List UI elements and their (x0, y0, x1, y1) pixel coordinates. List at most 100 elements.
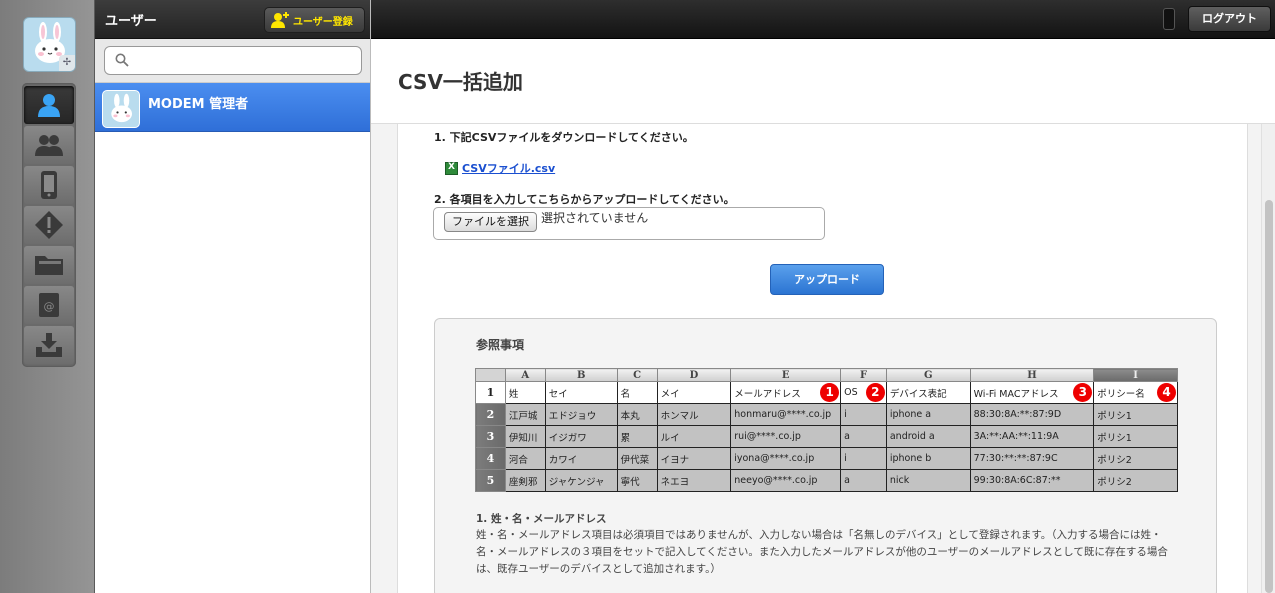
sheet-cell: 本丸 (616, 403, 658, 426)
column-header: H (969, 368, 1095, 382)
scrollbar-thumb[interactable] (1265, 200, 1273, 593)
column-header: G (885, 368, 971, 382)
table-row: 5 座剣邪 ジャケンジャ 寧代 ネエヨ neeyo@****.co.jp a n… (475, 469, 1178, 492)
sheet-cell: 3A:**:AA:**:11:9A (969, 425, 1095, 448)
sheet-cell: ポリシ2 (1093, 447, 1178, 470)
nav-groups[interactable] (24, 126, 74, 164)
csv-link-label: CSVファイル.csv (462, 162, 556, 175)
excel-file-icon (445, 161, 458, 175)
top-bar: ログアウト (371, 0, 1275, 39)
sheet-cell-marked: Wi-Fi MACアドレス 3 (969, 381, 1095, 404)
file-status: 選択されていません (541, 211, 649, 225)
download-tray-icon (36, 333, 62, 357)
nav-alerts[interactable] (24, 206, 74, 244)
sheet-cell: i (840, 403, 887, 426)
user-panel-title: ユーザー (105, 14, 157, 29)
sheet-cell: 99:30:8A:6C:87:** (969, 469, 1095, 492)
sheet-cell: honmaru@****.co.jp (730, 403, 842, 426)
upload-button[interactable]: アップロード (770, 264, 884, 295)
sheet-cell: 名 (616, 381, 658, 404)
sheet-cell: 伊代菜 (616, 447, 658, 470)
column-header: E (730, 368, 842, 382)
main-header: CSV一括追加 (371, 39, 1275, 124)
logout-button[interactable]: ログアウト (1188, 6, 1271, 32)
page-title: CSV一括追加 (398, 70, 523, 94)
csv-import-card: 1. 下記CSVファイルをダウンロードしてください。 CSVファイル.csv 2… (397, 124, 1248, 593)
account-avatar[interactable]: ✢ (23, 17, 76, 72)
sheet-cell: neeyo@****.co.jp (730, 469, 842, 492)
address-book-icon: @ (39, 293, 59, 317)
nav-devices[interactable] (24, 166, 74, 204)
rabbit-icon (111, 93, 133, 123)
user-list-item[interactable]: MODEM 管理者 (95, 83, 370, 132)
nav-contacts[interactable]: @ (24, 286, 74, 324)
add-user-icon (271, 12, 289, 28)
sheet-cell: ポリシ2 (1093, 469, 1178, 492)
sheet-cell: ポリシ1 (1093, 403, 1178, 426)
choose-file-button[interactable]: ファイルを選択 (444, 212, 537, 232)
column-header: C (616, 368, 658, 382)
column-header: F (840, 368, 887, 382)
sheet-cell-marked: メールアドレス 1 (730, 381, 842, 404)
expand-icon[interactable]: ✢ (59, 55, 75, 71)
users-icon (35, 135, 63, 156)
user-avatar (102, 90, 140, 128)
search-bar (95, 39, 370, 83)
user-icon (38, 94, 60, 117)
marker-badge: 3 (1073, 383, 1093, 402)
marker-badge: 2 (865, 383, 885, 402)
sheet-cell-text: OS (844, 387, 858, 398)
sheet-cell: イジガワ (544, 425, 618, 448)
sheet-cell: 河合 (504, 447, 546, 470)
sheet-cell: 座剣邪 (504, 469, 546, 492)
user-panel-header: ユーザー ユーザー登録 (95, 0, 370, 39)
smartphone-icon (41, 171, 57, 199)
sheet-cell: nick (885, 469, 971, 492)
row-number: 5 (475, 469, 506, 492)
sheet-cell: iphone b (885, 447, 971, 470)
sheet-cell-marked: ポリシー名 4 (1093, 381, 1178, 404)
row-number: 2 (475, 403, 506, 426)
sheet-cell: エドジョウ (544, 403, 618, 426)
sheet-cell: ジャケンジャ (544, 469, 618, 492)
reference-title: 参照事項 (476, 338, 525, 352)
warning-icon (35, 211, 63, 239)
nav-files[interactable] (24, 246, 74, 284)
sheet-cell: ポリシ1 (1093, 425, 1178, 448)
column-header: A (504, 368, 546, 382)
row-number: 3 (475, 425, 506, 448)
sheet-cell-marked: OS 2 (840, 381, 887, 404)
nav-download[interactable] (24, 326, 74, 364)
nav-user[interactable] (24, 86, 74, 124)
reference-section: 参照事項 A B C D E F G H I 1 姓 セイ 名 メイ メールアド… (434, 318, 1217, 593)
sheet-cell: ネエヨ (656, 469, 732, 492)
sheet-cell: iphone a (885, 403, 971, 426)
sheet-cell: 伊知川 (504, 425, 546, 448)
sheet-header-row: 1 姓 セイ 名 メイ メールアドレス 1 OS 2 デバイス表記 Wi-Fi MA… (475, 381, 1178, 404)
step1-instruction: 1. 下記CSVファイルをダウンロードしてください。 (434, 131, 694, 144)
search-input[interactable] (135, 51, 355, 69)
csv-download-link[interactable]: CSVファイル.csv (445, 160, 555, 176)
sheet-cell: デバイス表記 (885, 381, 971, 404)
marker-badge: 1 (820, 383, 840, 402)
sheet-cell: メイ (656, 381, 732, 404)
sheet-cell: android a (885, 425, 971, 448)
scrollbar[interactable] (1261, 124, 1275, 593)
sheet-cell: イヨナ (656, 447, 732, 470)
sheet-corner (475, 368, 506, 382)
register-user-label: ユーザー登録 (293, 16, 353, 28)
column-header: I (1093, 368, 1178, 382)
icon-rail: ✢ @ (0, 0, 95, 593)
spreadsheet-example: A B C D E F G H I 1 姓 セイ 名 メイ メールアドレス 1 … (475, 368, 1178, 492)
sheet-cell: rui@****.co.jp (730, 425, 842, 448)
register-user-button[interactable]: ユーザー登録 (264, 7, 365, 33)
sheet-cell: 累 (616, 425, 658, 448)
table-row: 4 河合 カワイ 伊代菜 イヨナ iyona@****.co.jp i ipho… (475, 447, 1178, 470)
sheet-cell-text: Wi-Fi MACアドレス (973, 388, 1059, 400)
sheet-cell: i (840, 447, 887, 470)
top-bar-slot (1163, 8, 1175, 30)
sheet-cell-text: メールアドレス (734, 388, 801, 400)
sheet-cell: 江戸城 (504, 403, 546, 426)
step2-instruction: 2. 各項目を入力してこちらからアップロードしてください。 (434, 193, 735, 206)
sheet-cell: ルイ (656, 425, 732, 448)
